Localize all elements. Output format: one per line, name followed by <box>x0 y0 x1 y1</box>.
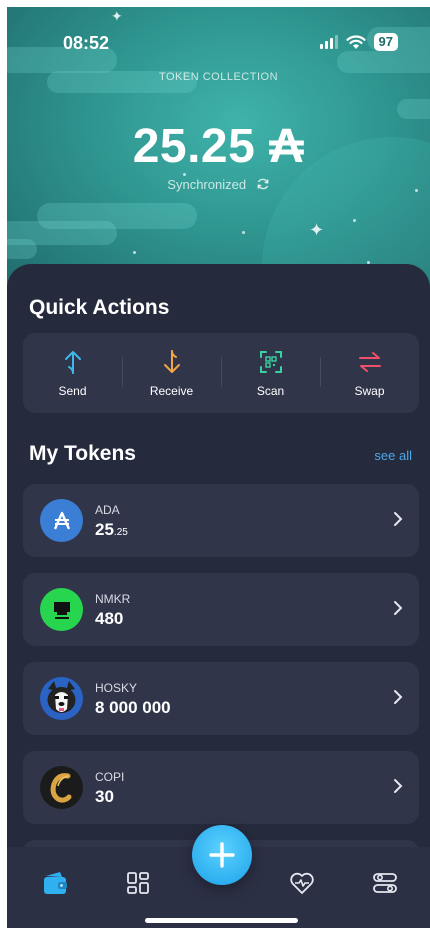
home-indicator <box>145 918 298 923</box>
scan-button[interactable]: Scan <box>221 333 320 413</box>
token-name: ADA <box>95 503 120 517</box>
token-amount: 8 000 000 <box>95 698 171 718</box>
token-amount: 480 <box>95 609 123 629</box>
grid-icon <box>127 872 149 894</box>
token-amount-main: 30 <box>95 787 114 806</box>
status-icons: 97 <box>319 33 398 51</box>
refresh-icon[interactable] <box>256 177 270 191</box>
send-label: Send <box>58 384 87 398</box>
hosky-logo-icon <box>40 677 83 720</box>
cellular-signal-icon <box>319 35 338 49</box>
ada-logo-icon <box>40 499 83 542</box>
star-decoration: ✦ <box>111 8 123 24</box>
token-amount-main: 25 <box>95 520 114 539</box>
receive-button[interactable]: Receive <box>122 333 221 413</box>
star-decoration: ✦ <box>309 220 325 240</box>
wallet-icon <box>44 872 67 894</box>
my-tokens-title: My Tokens <box>29 442 136 465</box>
settings-toggle-icon <box>373 873 397 893</box>
see-all-link[interactable]: see all <box>374 448 412 463</box>
arrow-up-icon <box>62 348 84 376</box>
token-amount: 25.25 <box>95 520 128 540</box>
token-row-ada[interactable]: ADA 25.25 <box>23 484 419 557</box>
send-button[interactable]: Send <box>23 333 122 413</box>
qr-scan-icon <box>259 348 283 376</box>
star-dot <box>133 251 136 254</box>
nav-dashboard[interactable] <box>122 867 154 899</box>
token-row-hosky[interactable]: HOSKY 8 000 000 <box>23 662 419 735</box>
cloud-decoration <box>337 51 430 73</box>
cloud-decoration <box>397 99 430 119</box>
token-amount-main: 480 <box>95 609 124 628</box>
chevron-right-icon <box>394 601 403 615</box>
token-name: HOSKY <box>95 681 138 695</box>
star-dot <box>242 231 245 234</box>
token-amount-fraction: .25 <box>113 527 128 538</box>
sync-status-label: Synchronized <box>167 177 247 192</box>
add-icon <box>209 842 235 868</box>
collection-label: TOKEN COLLECTION <box>158 71 279 83</box>
star-dot <box>353 219 356 222</box>
total-balance: 25.25 ₳ <box>132 120 305 173</box>
token-name: NMKR <box>95 592 131 606</box>
heart-pulse-icon <box>290 872 314 894</box>
copi-logo-icon <box>40 766 83 809</box>
nav-settings[interactable] <box>369 867 401 899</box>
token-row-copi[interactable]: COPI 30 <box>23 751 419 824</box>
battery-icon: 97 <box>373 33 398 51</box>
receive-label: Receive <box>149 384 194 398</box>
quick-actions-title: Quick Actions <box>29 296 170 319</box>
nav-wallet[interactable] <box>40 867 72 899</box>
chevron-right-icon <box>394 779 403 793</box>
wifi-icon <box>345 34 366 49</box>
chevron-right-icon <box>394 690 403 704</box>
swap-label: Swap <box>354 384 385 398</box>
phone-screen: ✦ ✦ 08:52 97 TOKEN COLLECTION 25.25 ₳ Sy… <box>7 7 430 928</box>
token-amount: 30 <box>95 787 114 807</box>
swap-button[interactable]: Swap <box>320 333 419 413</box>
swap-icon <box>358 348 382 376</box>
header-hero: ✦ ✦ 08:52 97 TOKEN COLLECTION 25.25 ₳ Sy… <box>7 7 430 297</box>
arrow-down-icon <box>161 348 183 376</box>
nav-health[interactable] <box>286 867 318 899</box>
token-name: COPI <box>95 770 125 784</box>
token-row-nmkr[interactable]: NMKR 480 <box>23 573 419 646</box>
scan-label: Scan <box>256 384 285 398</box>
cloud-decoration <box>7 239 37 259</box>
sync-status[interactable]: Synchronized <box>7 177 430 192</box>
status-time: 08:52 <box>63 33 110 53</box>
chevron-right-icon <box>394 512 403 526</box>
quick-actions-card: Send Receive Scan Swap <box>23 333 419 413</box>
add-button[interactable] <box>192 825 252 885</box>
nmkr-logo-icon <box>40 588 83 631</box>
token-amount-main: 8 000 000 <box>95 698 171 717</box>
